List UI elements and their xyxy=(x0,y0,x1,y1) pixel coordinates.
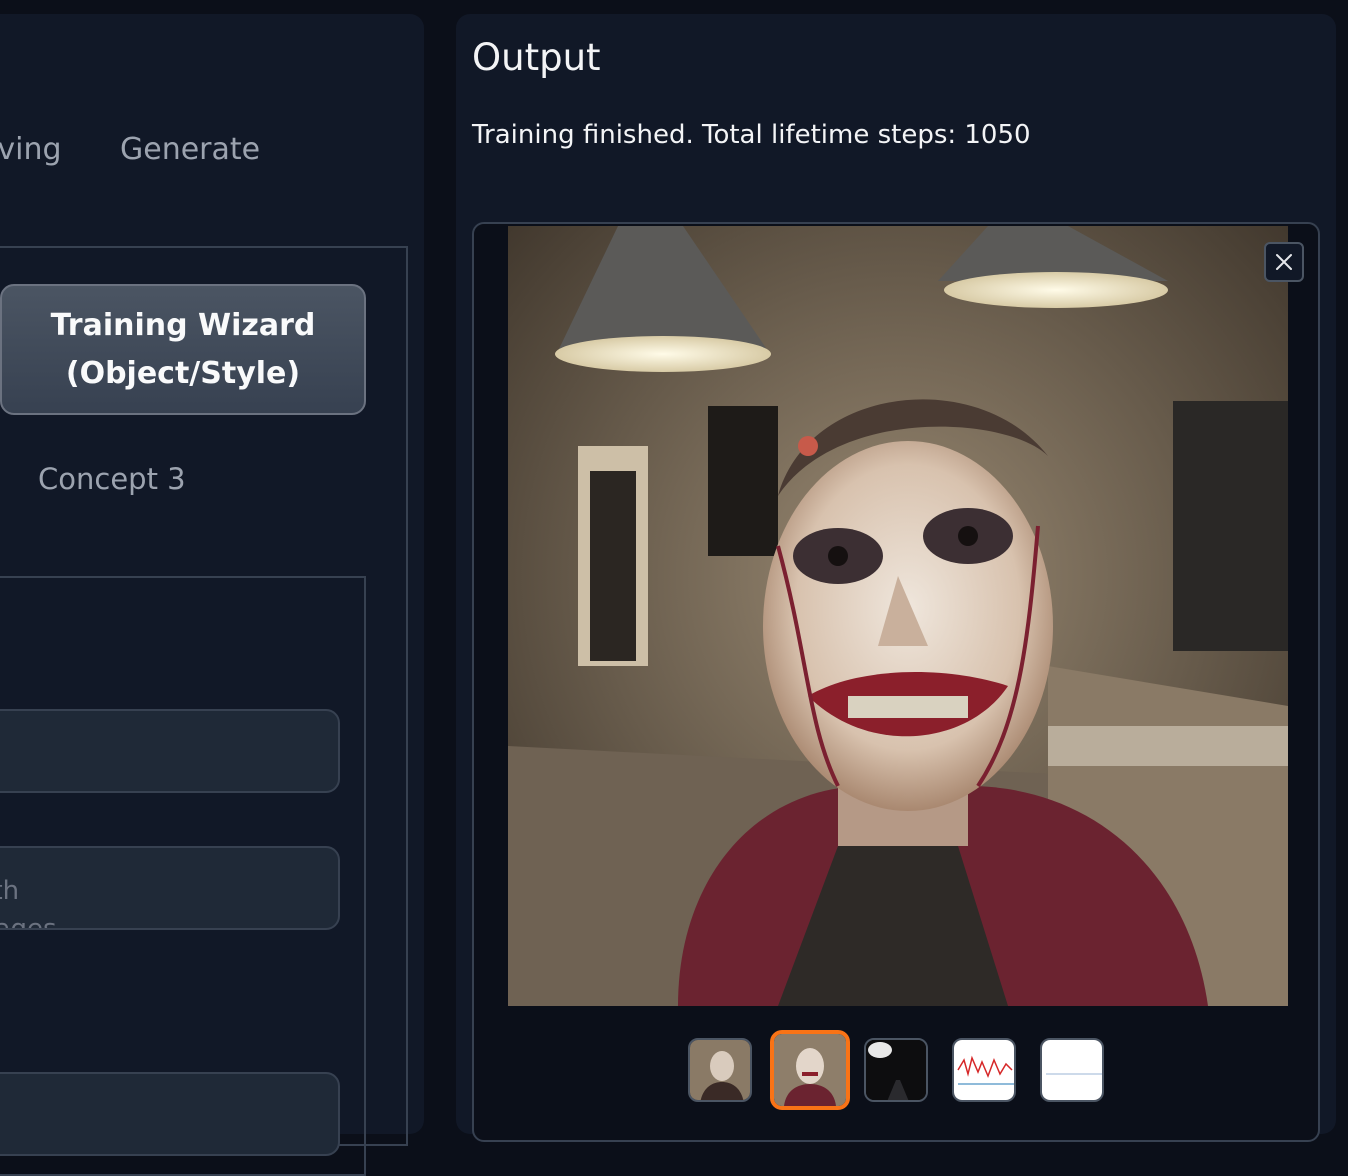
thumbnail-5-chart[interactable] xyxy=(1040,1038,1104,1102)
tab-generate[interactable]: Generate xyxy=(120,132,260,167)
training-wizard-label-2: (Object/Style) xyxy=(65,355,301,391)
output-title: Output xyxy=(472,36,601,79)
thumbnail-2-portrait[interactable] xyxy=(770,1030,850,1110)
training-status: Training finished. Total lifetime steps:… xyxy=(472,120,1031,150)
thumbnail-3-dark[interactable] xyxy=(864,1038,928,1102)
text-field-bottom[interactable] xyxy=(0,1072,340,1156)
gallery-main-image[interactable] xyxy=(508,226,1288,1006)
path-field-placeholder: Path images xyxy=(0,876,57,930)
thumbnail-3-image xyxy=(866,1040,926,1100)
thumbnail-1-portrait[interactable] xyxy=(688,1038,752,1102)
text-field[interactable] xyxy=(0,709,340,793)
training-wizard-button[interactable]: Training Wizard (Object/Style) xyxy=(0,284,366,415)
image-gallery xyxy=(472,222,1320,1142)
thumbnail-strip xyxy=(474,1030,1318,1112)
thumbnail-5-image xyxy=(1042,1040,1102,1100)
tab-concept-3[interactable]: Concept 3 xyxy=(38,462,186,496)
thumbnail-4-loss-chart[interactable] xyxy=(952,1038,1016,1102)
close-gallery-button[interactable] xyxy=(1264,242,1304,282)
thumbnail-1-image xyxy=(690,1040,750,1100)
path-field[interactable]: Path images xyxy=(0,846,340,930)
thumbnail-2-image xyxy=(774,1034,846,1106)
tab-saving[interactable]: Saving xyxy=(0,132,62,167)
close-icon xyxy=(1276,254,1292,270)
training-wizard-label-1: Training Wizard xyxy=(50,307,316,343)
portrait-image xyxy=(508,226,1288,1006)
thumbnail-4-image xyxy=(954,1040,1014,1100)
